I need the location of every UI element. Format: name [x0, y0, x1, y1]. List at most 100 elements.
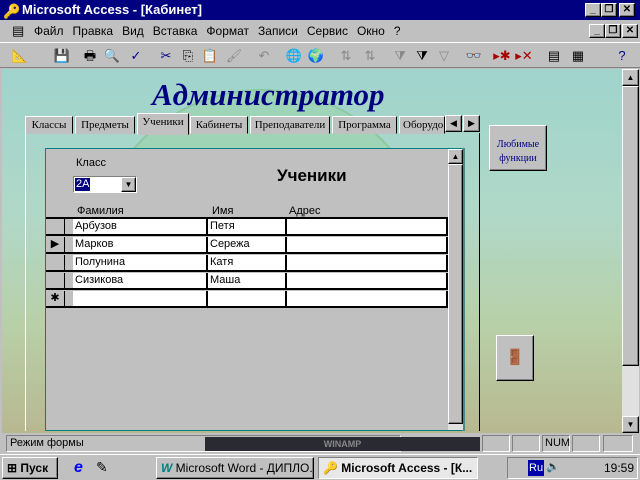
app-minimize-button[interactable]: _ [585, 3, 601, 17]
system-tray: Ru 🔈 19:59 [507, 457, 638, 479]
find-icon[interactable]: 👓 [464, 46, 484, 66]
print-preview-icon[interactable]: 🔍 [102, 46, 122, 66]
winamp-label: WINAMP [323, 439, 362, 449]
tab-program[interactable]: Программа [332, 116, 397, 134]
name-cell[interactable]: Сережа [208, 237, 287, 254]
address-cell[interactable] [287, 255, 448, 272]
format-painter-icon[interactable]: 🖌 [224, 46, 244, 66]
copy-icon[interactable]: ⎘ [178, 46, 198, 66]
paste-icon[interactable]: 📋 [200, 46, 220, 66]
tab-subjects[interactable]: Предметы [75, 116, 135, 134]
menu-window[interactable]: Окно [357, 24, 385, 38]
class-combo[interactable]: 2А ▼ [73, 176, 137, 193]
column-header-address: Адрес [289, 205, 321, 217]
filter-by-form-icon[interactable]: ⧩ [412, 46, 432, 66]
taskbar: ⊞ Пуск e ✎ W Microsoft Word - ДИПЛО... 🔑… [0, 454, 640, 480]
sort-ascending-icon[interactable]: ⇅ [336, 46, 356, 66]
tab-scroll-right-button[interactable]: ▶ [463, 115, 480, 132]
database-window-icon[interactable]: ▤ [544, 46, 564, 66]
sort-descending-icon[interactable]: ⇅ [360, 46, 380, 66]
doc-restore-button[interactable]: ❐ [605, 24, 621, 38]
filter-by-selection-icon[interactable]: ⧩ [390, 46, 410, 66]
menu-tools[interactable]: Сервис [307, 24, 348, 38]
surname-cell[interactable]: Арбузов [73, 219, 208, 236]
scroll-thumb[interactable] [448, 164, 463, 424]
menu-file[interactable]: Файл [34, 24, 64, 38]
address-cell[interactable] [287, 291, 448, 308]
record-selector[interactable]: ▶ [46, 237, 64, 254]
app-restore-button[interactable]: ❐ [601, 3, 617, 17]
start-label: Пуск [20, 461, 49, 475]
status-pane [482, 435, 510, 452]
scroll-up-button[interactable]: ▲ [622, 69, 639, 86]
surname-cell[interactable] [73, 291, 208, 308]
tab-equipment[interactable]: Оборудо [399, 116, 445, 134]
record-selector[interactable] [46, 219, 64, 236]
print-icon[interactable]: 🖶 [80, 46, 100, 66]
doc-close-button[interactable]: ✕ [622, 24, 638, 38]
chevron-down-icon[interactable]: ▼ [121, 177, 136, 192]
record-selector[interactable] [46, 273, 64, 290]
tab-rooms[interactable]: Кабинеты [190, 116, 248, 134]
winamp-bar[interactable]: WINAMP [205, 437, 480, 451]
app-close-button[interactable]: ✕ [619, 3, 635, 17]
spelling-icon[interactable]: ✓ [126, 46, 146, 66]
tab-scroll-left-button[interactable]: ◀ [445, 115, 462, 132]
menu-help[interactable]: ? [394, 24, 401, 38]
address-cell[interactable] [287, 219, 448, 236]
scroll-up-button[interactable]: ▲ [448, 149, 463, 164]
address-cell[interactable] [287, 237, 448, 254]
quick-launch-icon[interactable]: ✎ [96, 459, 108, 476]
apply-filter-icon[interactable]: ▽ [434, 46, 454, 66]
menu-format[interactable]: Формат [206, 24, 249, 38]
row-spacer [64, 291, 73, 308]
web-toolbar-icon[interactable]: 🌍 [306, 46, 326, 66]
form-scrollbar[interactable]: ▲ ▼ [622, 69, 639, 433]
favorites-button[interactable]: Любимые функции [489, 125, 547, 171]
new-record-selector[interactable]: ✱ [46, 291, 64, 308]
menu-view[interactable]: Вид [122, 24, 144, 38]
name-cell[interactable] [208, 291, 287, 308]
new-object-icon[interactable]: ▦ [568, 46, 588, 66]
scroll-thumb[interactable] [622, 86, 639, 366]
cut-icon[interactable]: ✂ [156, 46, 176, 66]
menu-insert[interactable]: Вставка [153, 24, 198, 38]
class-label: Класс [76, 157, 106, 169]
tab-teachers[interactable]: Преподаватели [250, 116, 330, 134]
doc-minimize-button[interactable]: _ [589, 24, 605, 38]
surname-cell[interactable]: Марков [73, 237, 208, 254]
surname-cell[interactable]: Полунина [73, 255, 208, 272]
taskbar-access[interactable]: 🔑 Microsoft Access - [К... [318, 457, 478, 479]
name-cell[interactable]: Маша [208, 273, 287, 290]
row-spacer [64, 273, 73, 290]
taskbar-word-label: Microsoft Word - ДИПЛО... [175, 461, 314, 475]
save-icon[interactable]: 💾 [52, 46, 72, 66]
document-icon[interactable]: ▤ [12, 20, 24, 42]
design-view-icon[interactable]: 📐 [10, 46, 30, 66]
menu-edit[interactable]: Правка [73, 24, 114, 38]
name-cell[interactable]: Петя [208, 219, 287, 236]
subform-scrollbar[interactable]: ▲ [448, 149, 463, 430]
internet-explorer-icon[interactable]: e [74, 459, 83, 477]
undo-icon[interactable]: ↶ [254, 46, 274, 66]
language-indicator[interactable]: Ru [528, 460, 545, 476]
exit-door-button[interactable]: 🚪 [496, 335, 534, 381]
help-icon[interactable]: ? [612, 46, 632, 66]
delete-record-icon[interactable]: ▸✕ [514, 46, 534, 66]
volume-icon[interactable]: 🔈 [546, 460, 560, 473]
address-cell[interactable] [287, 273, 448, 290]
status-pane [512, 435, 540, 452]
menu-records[interactable]: Записи [258, 24, 298, 38]
new-record-icon[interactable]: ▸✱ [492, 46, 512, 66]
tab-students[interactable]: Ученики [137, 113, 189, 135]
taskbar-word[interactable]: W Microsoft Word - ДИПЛО... [156, 457, 314, 479]
start-button[interactable]: ⊞ Пуск [2, 457, 58, 479]
name-cell[interactable]: Катя [208, 255, 287, 272]
hyperlink-icon[interactable]: 🌐 [284, 46, 304, 66]
record-selector[interactable] [46, 255, 64, 272]
surname-cell[interactable]: Сизикова [73, 273, 208, 290]
status-pane [603, 435, 633, 452]
taskbar-access-label: Microsoft Access - [К... [341, 461, 473, 475]
scroll-down-button[interactable]: ▼ [622, 416, 639, 433]
tab-classes[interactable]: Классы [25, 116, 73, 134]
